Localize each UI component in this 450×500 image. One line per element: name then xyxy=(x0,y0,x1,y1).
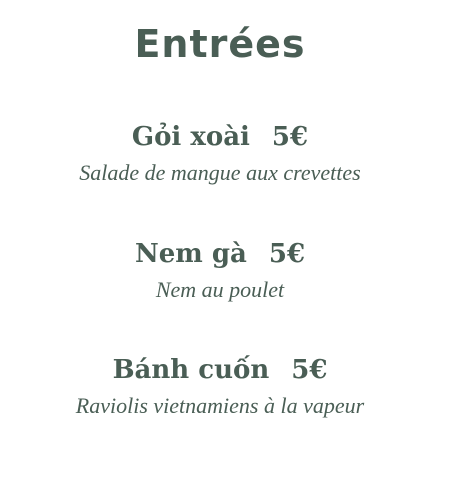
dish-description: Salade de mangue aux crevettes xyxy=(79,160,361,185)
menu-item-nem-ga: Nem gà 5€ Nem au poulet xyxy=(0,237,440,305)
dish-name: Nem gà xyxy=(134,239,247,269)
dish-price: 5€ xyxy=(268,239,306,269)
menu-item-banh-cuon: Bánh cuốn 5€ Raviolis vietnamiens à la va… xyxy=(0,353,440,421)
dish-line: Bánh cuốn 5€ xyxy=(0,353,440,387)
dish-name: Bánh cuốn xyxy=(112,355,270,385)
dish-price: 5€ xyxy=(271,122,309,152)
dish-price: 5€ xyxy=(291,355,328,385)
menu-item-goi-xoai: Gỏi xoài 5€ Salade de mangue aux crevette… xyxy=(0,120,440,188)
dish-line: Nem gà 5€ xyxy=(0,237,440,271)
dish-description: Raviolis vietnamiens à la vapeur xyxy=(75,393,365,418)
dish-name: Gỏi xoài xyxy=(131,122,250,152)
dish-line: Gỏi xoài 5€ xyxy=(0,120,440,154)
dish-description: Nem au poulet xyxy=(155,277,285,302)
menu-section-title: Entrées xyxy=(134,22,306,66)
